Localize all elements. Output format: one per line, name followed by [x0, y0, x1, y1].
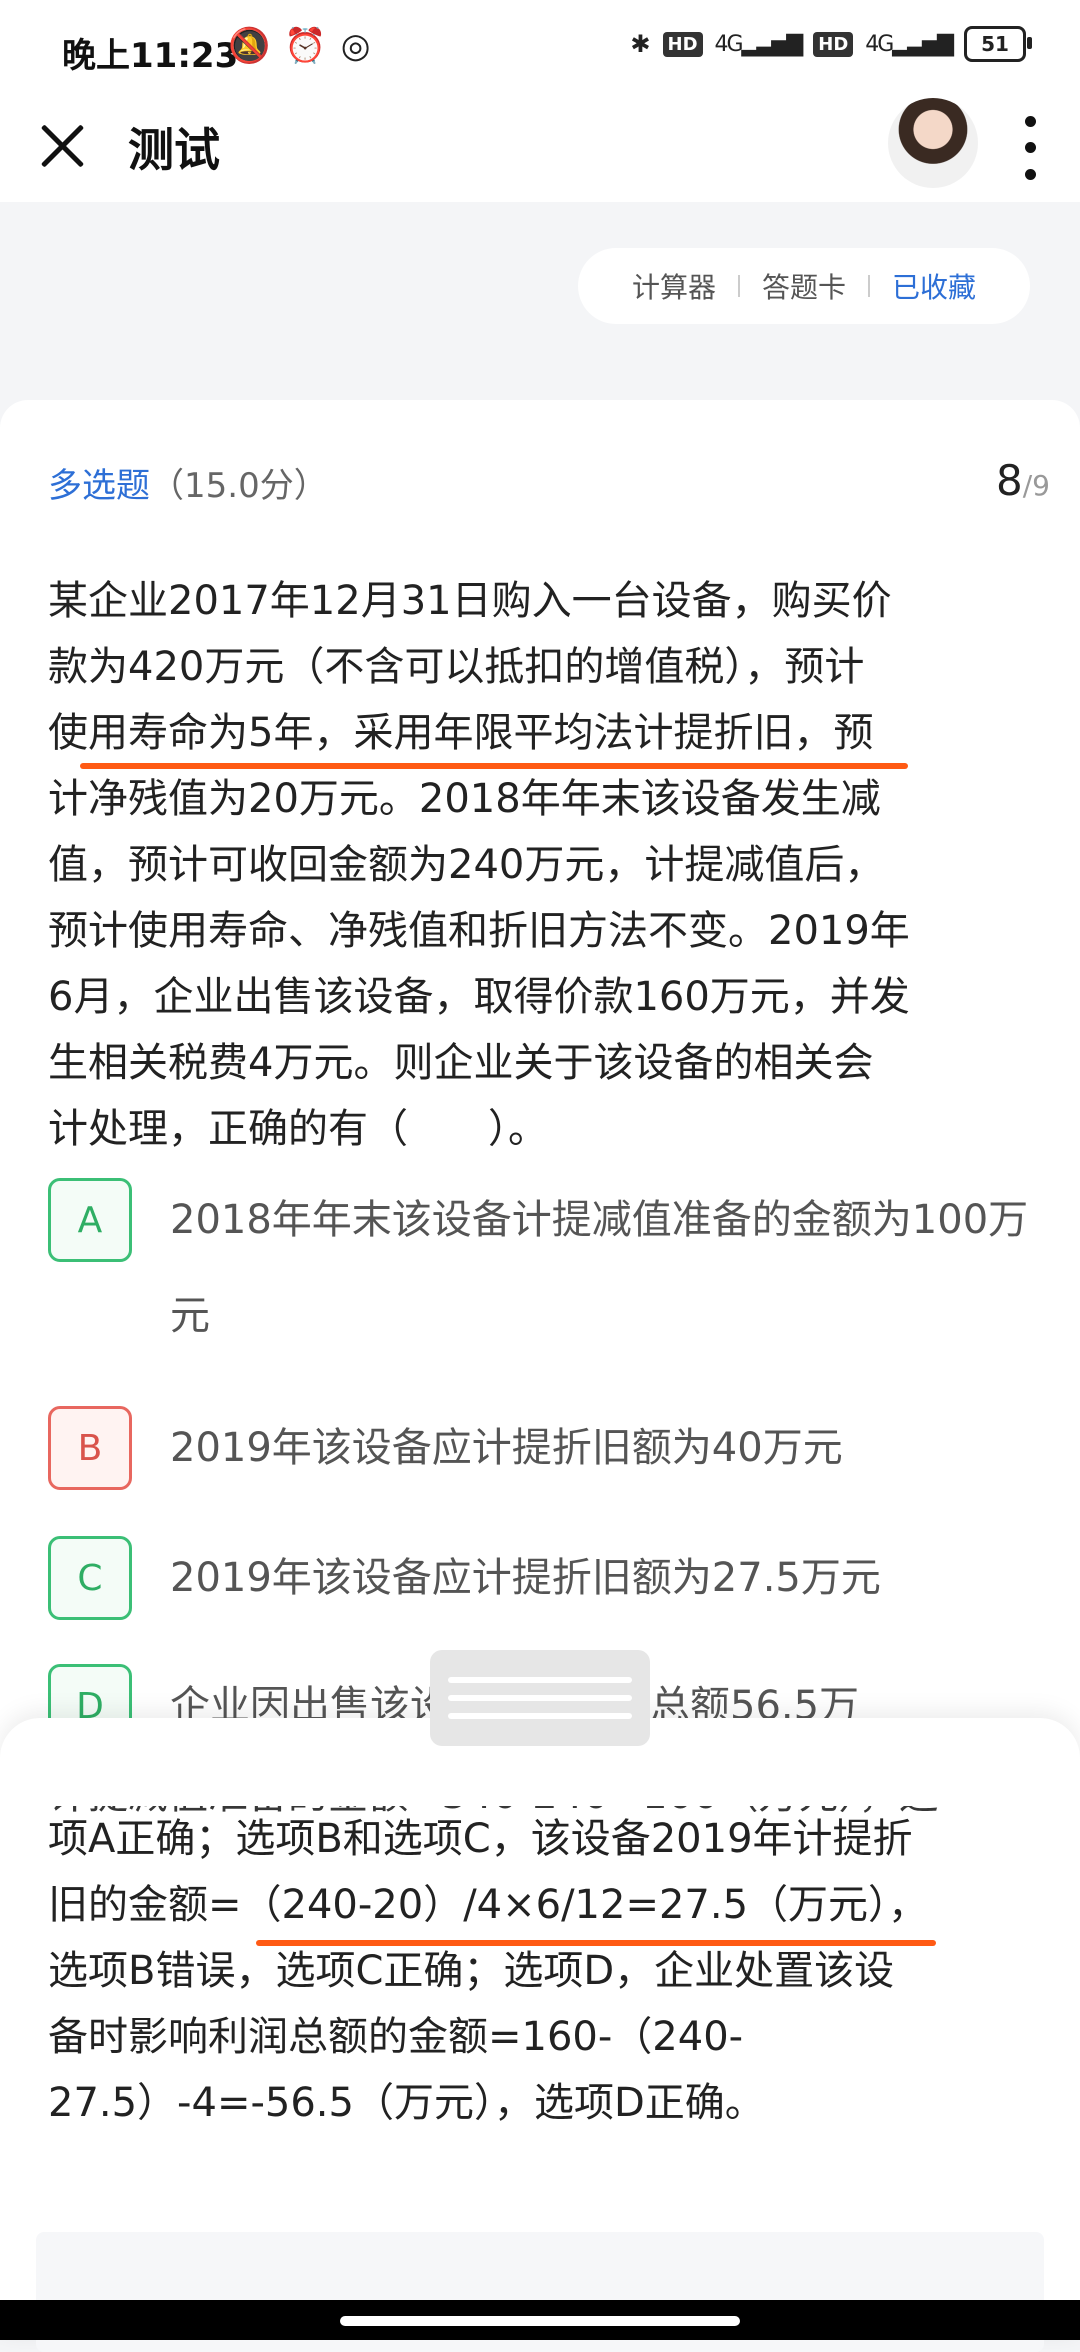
status-right-icons: ✱ HD 4G▂▃▅▇ HD 4G▂▃▅▇ 51: [630, 26, 1032, 62]
question-stem: 某企业2017年12月31日购入一台设备，购买价 款为420万元（不含可以抵扣的…: [48, 568, 1038, 1162]
stem-line: 某企业2017年12月31日购入一台设备，购买价: [48, 578, 892, 624]
bluetooth-icon: ✱: [630, 30, 651, 58]
divider: [737, 275, 740, 297]
stem-line: 计处理，正确的有（ ）。: [48, 1106, 548, 1152]
question-current: 8: [996, 456, 1023, 505]
analysis-line: 备时影响利润总额的金额=160-（240-: [48, 2014, 744, 2060]
status-time: 晚上11:23: [62, 36, 239, 76]
stem-line: 值，预计可收回金额为240万元，计提减值后，: [48, 842, 885, 888]
option-text: 2018年年末该设备计提减值准备的金额为100万元: [170, 1197, 1029, 1339]
question-total: /9: [1022, 469, 1050, 502]
stem-line: 计净残值为20万元。2018年年末该设备发生减: [48, 776, 881, 822]
battery-icon: 51: [964, 26, 1032, 62]
stem-line: 预计使用寿命、净残值和折旧方法不变。2019年: [48, 908, 910, 954]
option-letter: B: [48, 1406, 132, 1490]
drag-handle[interactable]: [430, 1650, 650, 1746]
more-icon[interactable]: [1010, 108, 1050, 188]
calculator-button[interactable]: 计算器: [632, 266, 716, 306]
avatar[interactable]: [888, 98, 978, 188]
analysis-line: 选项B错误，选项C正确；选项D，企业处置该设: [48, 1948, 895, 1994]
option-c[interactable]: C 2019年该设备应计提折旧额为27.5万元: [48, 1536, 1030, 1626]
stem-line: 使用寿命为5年，采用年限平均法计提折旧，预: [48, 710, 874, 756]
question-type-label: 多选题: [48, 466, 150, 506]
analysis-line: 旧的金额=（240-20）/4×6/12=27.5（万元），: [48, 1882, 929, 1928]
option-a[interactable]: A 2018年年末该设备计提减值准备的金额为100万元: [48, 1178, 1030, 1364]
analysis-text: 项A正确；选项B和选项C，该设备2019年计提折 旧的金额=（240-20）/4…: [48, 1806, 1038, 2136]
close-icon[interactable]: [32, 114, 96, 178]
app-header: 测试: [0, 98, 1080, 202]
mute-bell-icon: 🔕: [228, 26, 271, 66]
analysis-line: 项A正确；选项B和选项C，该设备2019年计提折: [48, 1816, 913, 1862]
answer-card-button[interactable]: 答题卡: [762, 266, 846, 306]
analysis-line: 27.5）-4=-56.5（万元），选项D正确。: [48, 2080, 765, 2126]
stem-line: 款为420万元（不含可以抵扣的增值税），预计: [48, 644, 865, 690]
alarm-icon: ⏰: [284, 26, 327, 66]
status-bar: 晚上11:23 🔕 ⏰ ◎ ✱ HD 4G▂▃▅▇ HD 4G▂▃▅▇ 51: [0, 0, 1080, 100]
hd-icon: HD: [662, 31, 703, 57]
question-counter: 8/9: [996, 456, 1050, 505]
option-b[interactable]: B 2019年该设备应计提折旧额为40万元: [48, 1406, 1030, 1496]
tool-pill: 计算器 答题卡 已收藏: [578, 248, 1030, 324]
stem-line: 生相关税费4万元。则企业关于该设备的相关会: [48, 1040, 874, 1086]
option-letter: A: [48, 1178, 132, 1262]
handwritten-underline: [80, 763, 908, 769]
option-text: 2019年该设备应计提折旧额为27.5万元: [170, 1555, 881, 1601]
app-notification-icon: ◎: [340, 26, 371, 66]
question-type: 多选题（15.0分）: [48, 458, 328, 507]
option-letter: C: [48, 1536, 132, 1620]
page-title: 测试: [128, 123, 220, 177]
home-gesture-bar[interactable]: [340, 2316, 740, 2326]
option-text: 2019年该设备应计提折旧额为40万元: [170, 1425, 843, 1471]
handwritten-underline: [256, 1940, 936, 1946]
divider: [868, 275, 870, 297]
signal-4g-icon-2: 4G▂▃▅▇: [865, 31, 954, 57]
hd-icon-2: HD: [813, 31, 854, 57]
stem-line: 6月，企业出售该设备，取得价款160万元，并发: [48, 974, 910, 1020]
signal-4g-icon: 4G▂▃▅▇: [714, 31, 804, 57]
question-score: （15.0分）: [150, 466, 328, 506]
status-left-icons: 🔕 ⏰ ◎: [228, 26, 370, 66]
battery-level: 51: [981, 32, 1009, 56]
favorite-button[interactable]: 已收藏: [892, 266, 976, 306]
